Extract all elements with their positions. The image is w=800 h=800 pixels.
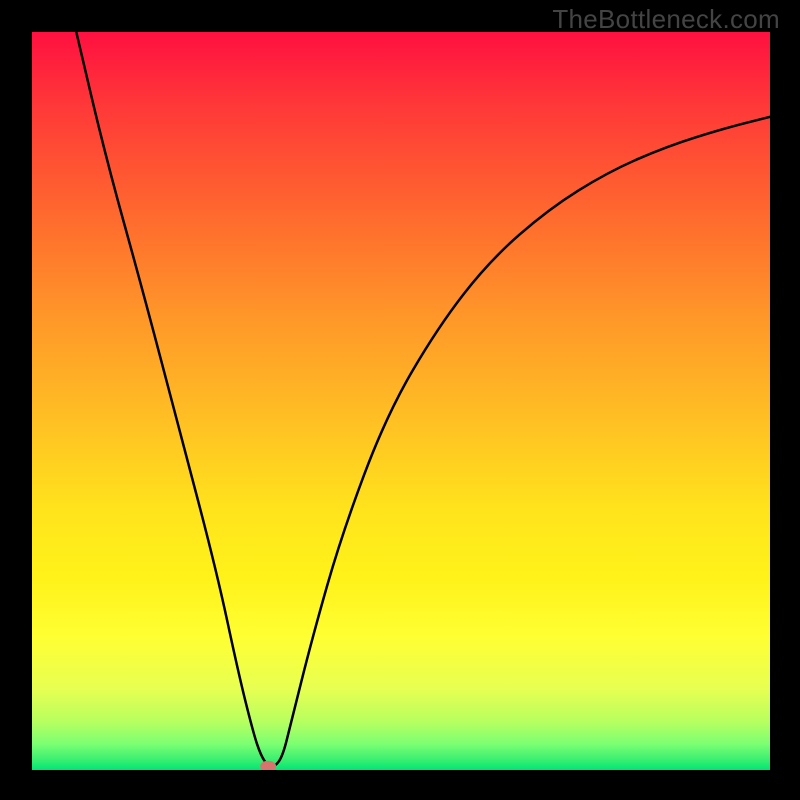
watermark-text: TheBottleneck.com: [552, 4, 780, 35]
gradient-background: [32, 32, 770, 770]
chart-frame: TheBottleneck.com: [0, 0, 800, 800]
bottleneck-chart: [32, 32, 770, 770]
plot-area: [32, 32, 770, 770]
